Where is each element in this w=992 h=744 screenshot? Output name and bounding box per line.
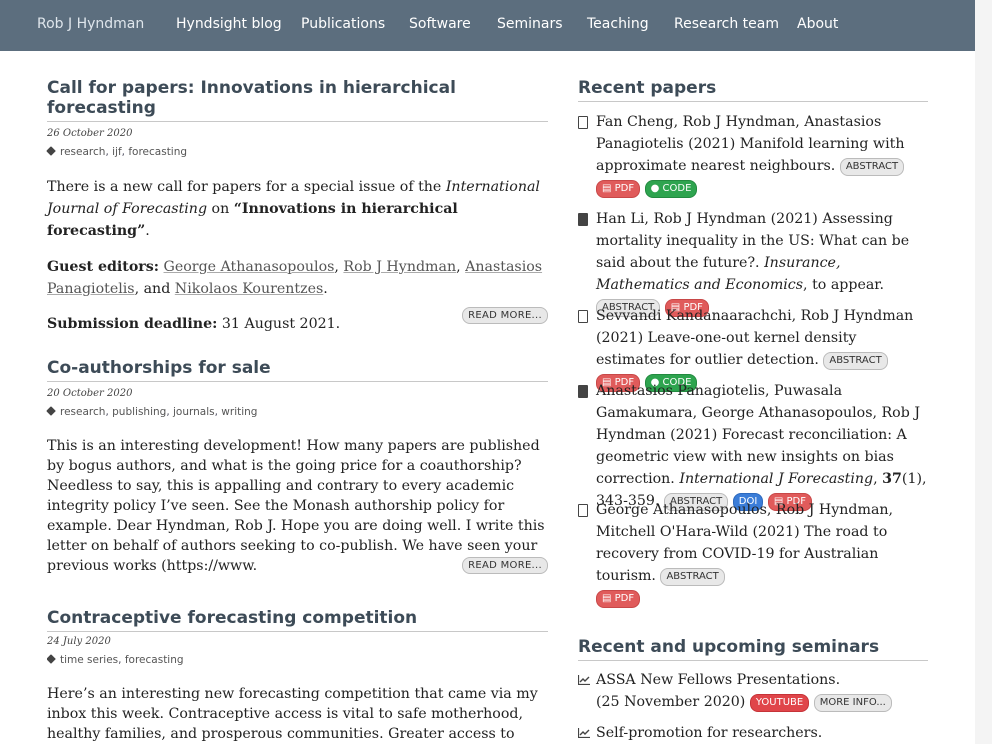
post-paragraph: There is a new call for papers for a spe… [47, 176, 548, 242]
tags-icon [46, 406, 56, 416]
editors-label: Guest editors: [47, 259, 159, 275]
post-tags: research, ijf, forecasting [46, 146, 548, 160]
separator: , [456, 259, 466, 275]
blog-post: Call for papers: Innovations in hierarch… [46, 78, 548, 332]
journal-name: International J Forecasting [679, 471, 874, 487]
post-title[interactable]: Co-authorships for sale [47, 358, 548, 382]
more-info-button[interactable]: MORE INFO... [813, 694, 892, 712]
text: on [207, 201, 234, 217]
paper-citation: George Athanasopoulos, Rob J Hyndman, Mi… [596, 502, 894, 584]
seminar-item: ASSA New Fellows Presentations. (25 Nove… [578, 669, 928, 713]
chart-line-icon [578, 728, 590, 738]
text: There is a new call for papers for a spe… [47, 179, 446, 195]
tag-link[interactable]: forecasting [125, 654, 184, 666]
section-title: Recent and upcoming seminars [578, 637, 928, 661]
post-tags: research, publishing, journals, writing [46, 406, 548, 420]
file-icon [578, 116, 588, 129]
text: . [145, 223, 150, 239]
file-icon [578, 310, 588, 323]
post-tags: time series, forecasting [47, 654, 548, 668]
abstract-button[interactable]: ABSTRACT [839, 158, 905, 176]
guest-editors: Guest editors: George Athanasopoulos, Ro… [47, 256, 548, 300]
code-button[interactable]: ● CODE [644, 180, 698, 198]
post-title[interactable]: Call for papers: Innovations in hierarch… [47, 78, 548, 122]
tag-link[interactable]: time series [60, 654, 118, 666]
blog-post: Co-authorships for sale 20 October 2020 … [46, 358, 548, 578]
deadline-value: 31 August 2021. [217, 316, 341, 332]
pdf-button[interactable]: ▤ PDF [596, 180, 641, 198]
section-title: Recent papers [578, 78, 928, 102]
separator: , [873, 471, 883, 487]
blog-post: Contraceptive forecasting competition 24… [47, 608, 548, 744]
post-date: 20 October 2020 [47, 388, 133, 399]
tag-link[interactable]: forecasting [128, 146, 187, 158]
nav-hyndsight-blog[interactable]: Hyndsight blog [176, 16, 282, 32]
read-more-button[interactable]: READ MORE... [462, 557, 548, 574]
file-icon [578, 213, 588, 226]
text: , to appear. [803, 277, 885, 293]
label: CODE [662, 183, 692, 194]
nav-publications[interactable]: Publications [301, 16, 385, 32]
pdf-button[interactable]: ▤ PDF [596, 590, 641, 608]
top-navbar: Rob J Hyndman Hyndsight blog Publication… [0, 0, 975, 51]
scrollbar-track[interactable] [975, 0, 992, 744]
paper-item: George Athanasopoulos, Rob J Hyndman, Mi… [578, 499, 928, 609]
deadline-label: Submission deadline: [47, 316, 218, 332]
tag-link[interactable]: publishing [112, 406, 166, 418]
paper-item: Han Li, Rob J Hyndman (2021) Assessing m… [578, 208, 928, 318]
abstract-button[interactable]: ABSTRACT [823, 352, 888, 370]
editor-link[interactable]: Rob J Hyndman [343, 259, 456, 275]
label: PDF [614, 183, 635, 194]
label: PDF [614, 593, 635, 604]
tags-icon [47, 654, 56, 664]
file-icon [578, 504, 588, 517]
read-more-button[interactable]: READ MORE... [462, 307, 548, 324]
nav-software[interactable]: Software [409, 16, 471, 32]
editor-link[interactable]: Nikolaos Kourentzes [175, 281, 323, 297]
tag-link[interactable]: ijf [112, 146, 122, 158]
post-excerpt: Here’s an interesting new forecasting co… [47, 686, 538, 742]
paper-citation: Han Li, Rob J Hyndman (2021) Assessing m… [596, 211, 910, 271]
seminars-section: Recent and upcoming seminars ASSA New Fe… [578, 637, 928, 744]
paper-item: Anastasios Panagiotelis, Puwasala Gamaku… [578, 380, 928, 512]
pdf-icon: ▤ [602, 593, 615, 604]
editor-link[interactable]: George Athanasopoulos [164, 259, 335, 275]
pdf-icon: ▤ [602, 183, 615, 194]
github-icon: ● [650, 183, 663, 194]
tag-link[interactable]: research [60, 406, 105, 418]
seminar-title: ASSA New Fellows Presentations. [596, 672, 841, 688]
separator: , and [134, 281, 175, 297]
post-date: 26 October 2020 [47, 128, 133, 139]
post-excerpt: This is an interesting development! How … [47, 438, 545, 574]
chart-line-icon [578, 675, 590, 685]
seminar-title: Self-promotion for researchers. [596, 725, 823, 741]
tag-link[interactable]: journals [173, 406, 215, 418]
volume: 37 [882, 471, 902, 487]
abstract-button[interactable]: ABSTRACT [660, 568, 725, 586]
site-brand[interactable]: Rob J Hyndman [37, 16, 144, 32]
post-date: 24 July 2020 [47, 636, 111, 647]
recent-papers-section: Recent papers Fan Cheng, Rob J Hyndman, … [578, 78, 928, 608]
tags-icon [46, 146, 56, 156]
separator: , [118, 654, 125, 666]
nav-research-team[interactable]: Research team [674, 16, 779, 32]
tag-link[interactable]: writing [221, 406, 257, 418]
post-title[interactable]: Contraceptive forecasting competition [47, 608, 548, 632]
seminar-date: (25 November 2020) [596, 694, 746, 710]
file-icon [578, 385, 588, 398]
youtube-button[interactable]: YOUTUBE [749, 694, 810, 712]
nav-seminars[interactable]: Seminars [497, 16, 563, 32]
paper-item: Fan Cheng, Rob J Hyndman, Anastasios Pan… [578, 111, 928, 199]
text: . [323, 281, 328, 297]
nav-about[interactable]: About [797, 16, 838, 32]
tag-link[interactable]: research [60, 146, 105, 158]
seminar-item: Self-promotion for researchers. [578, 722, 928, 744]
separator: , [166, 406, 173, 418]
nav-teaching[interactable]: Teaching [587, 16, 649, 32]
